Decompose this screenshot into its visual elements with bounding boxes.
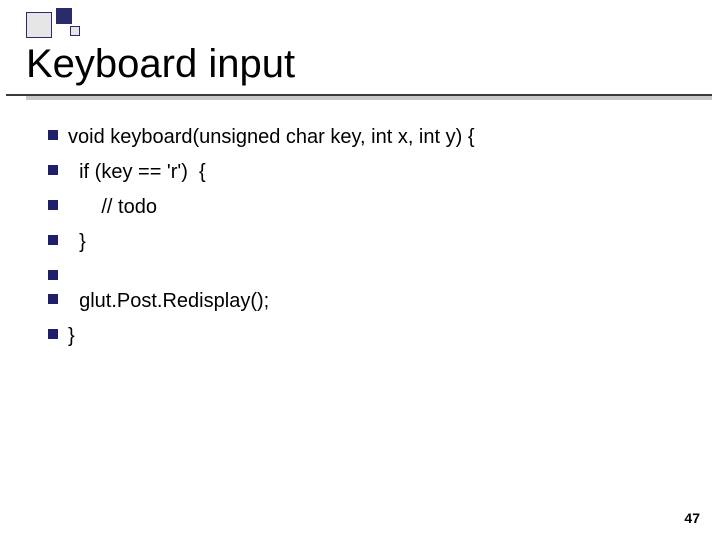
decorative-square-icon (26, 12, 52, 38)
list-item: glut.Post.Redisplay(); (48, 288, 680, 315)
list-item: if (key == 'r') { (48, 159, 680, 186)
code-line: void keyboard(unsigned char key, int x, … (68, 124, 475, 151)
list-item: // todo (48, 194, 680, 221)
list-item: void keyboard(unsigned char key, int x, … (48, 124, 680, 151)
square-bullet-icon (48, 294, 58, 304)
decorative-squares (26, 8, 84, 42)
list-item: } (48, 323, 680, 350)
square-bullet-icon (48, 235, 58, 245)
decorative-square-icon (56, 8, 72, 24)
page-title: Keyboard input (26, 42, 295, 87)
divider-shadow (26, 96, 712, 100)
slide: Keyboard input void keyboard(unsigned ch… (0, 0, 720, 540)
code-line: glut.Post.Redisplay(); (68, 288, 269, 315)
list-item (48, 264, 680, 280)
list-item: } (48, 229, 680, 256)
code-line: // todo (68, 194, 157, 221)
square-bullet-icon (48, 270, 58, 280)
square-bullet-icon (48, 130, 58, 140)
code-line: if (key == 'r') { (68, 159, 206, 186)
square-bullet-icon (48, 329, 58, 339)
code-line: } (68, 229, 86, 256)
decorative-square-icon (70, 26, 80, 36)
square-bullet-icon (48, 200, 58, 210)
bullet-list: void keyboard(unsigned char key, int x, … (48, 124, 680, 358)
divider-line (6, 94, 712, 96)
square-bullet-icon (48, 165, 58, 175)
code-line: } (68, 323, 75, 350)
page-number: 47 (684, 510, 700, 526)
